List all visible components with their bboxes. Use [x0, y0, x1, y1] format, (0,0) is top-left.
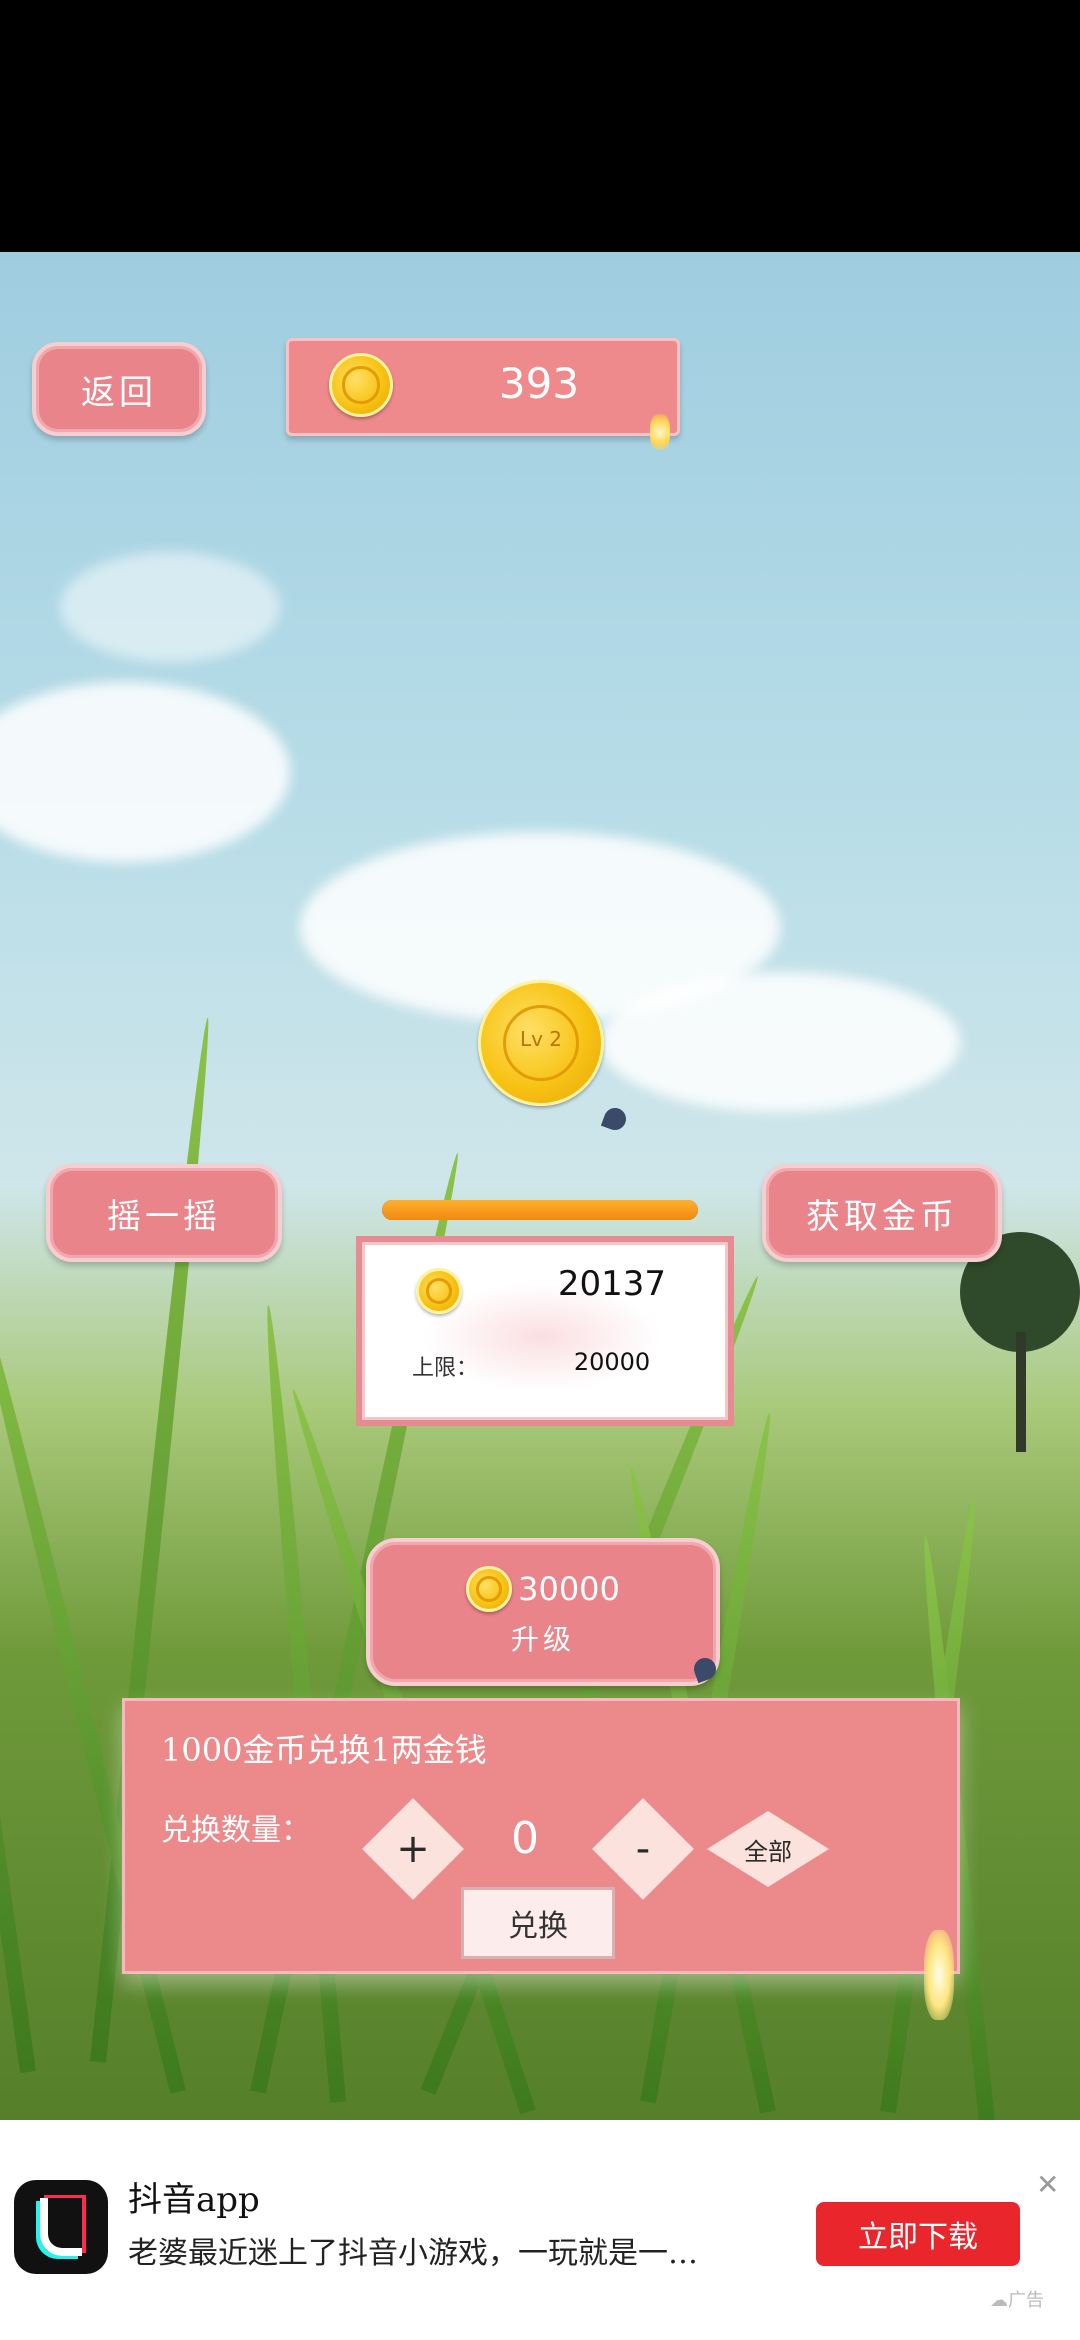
exchange-qty-value: 0	[511, 1813, 539, 1864]
ad-description: 老婆最近迷上了抖音小游戏，一玩就是一…	[128, 2236, 698, 2271]
close-icon[interactable]: ✕	[1036, 2168, 1059, 2201]
storage-limit-value: 20000	[573, 1348, 651, 1376]
back-button[interactable]: 返回	[32, 342, 206, 436]
plus-label: +	[396, 1826, 430, 1872]
level-progress-bar	[382, 1200, 698, 1220]
exchange-submit-button[interactable]: 兑换	[461, 1887, 615, 1959]
get-coins-button-label: 获取金币	[806, 1196, 958, 1237]
shake-button[interactable]: 摇一摇	[46, 1164, 282, 1262]
minus-label: -	[635, 1826, 651, 1872]
storage-coins-value: 20137	[557, 1264, 667, 1304]
exchange-rate-text: 1000金币兑换1两金钱	[161, 1731, 487, 1769]
ad-tag-label: 广告	[1008, 2290, 1044, 2311]
upgrade-button[interactable]: 30000 升级	[366, 1538, 720, 1686]
back-button-label: 返回	[81, 372, 157, 413]
ad-app-name: 抖音app	[128, 2180, 260, 2220]
coin-icon	[329, 353, 393, 417]
ad-banner[interactable]: 抖音app 老婆最近迷上了抖音小游戏，一玩就是一… 立即下载 ✕ ☁广告	[0, 2120, 1080, 2340]
exchange-qty-label: 兑换数量：	[161, 1813, 311, 1848]
level-label: Lv 2	[519, 1027, 563, 1051]
upgrade-label: 升级	[510, 1623, 575, 1656]
storage-card: 20137 上限： 20000	[356, 1236, 734, 1426]
storage-limit-label: 上限：	[412, 1356, 479, 1381]
get-coins-button[interactable]: 获取金币	[762, 1164, 1002, 1262]
ad-download-button[interactable]: 立即下载	[816, 2202, 1020, 2266]
exchange-submit-label: 兑换	[508, 1909, 568, 1944]
cloud-icon: ☁	[990, 2290, 1008, 2311]
level-coin: Lv 2	[478, 980, 604, 1106]
lantern-glow-icon	[650, 414, 670, 450]
tiktok-logo-icon	[14, 2180, 108, 2274]
plus-button[interactable]: +	[362, 1798, 464, 1900]
all-button[interactable]: 全部	[707, 1811, 829, 1887]
ad-download-label: 立即下载	[858, 2220, 978, 2255]
status-bar-area	[0, 0, 1080, 252]
coin-balance-value: 393	[498, 359, 580, 408]
exchange-panel: 1000金币兑换1两金钱 兑换数量： + 0 - 全部 兑换	[122, 1698, 960, 1974]
ad-tag: ☁广告	[990, 2286, 1044, 2312]
level-progress-fill	[382, 1200, 698, 1220]
minus-button[interactable]: -	[592, 1798, 694, 1900]
shake-button-label: 摇一摇	[107, 1196, 221, 1237]
lantern-glow-icon	[924, 1930, 954, 2020]
coin-icon	[416, 1268, 462, 1314]
coin-balance-bar: 393	[286, 338, 680, 436]
upgrade-cost: 30000	[518, 1570, 620, 1608]
coin-icon	[466, 1566, 513, 1612]
all-label: 全部	[744, 1837, 792, 1866]
